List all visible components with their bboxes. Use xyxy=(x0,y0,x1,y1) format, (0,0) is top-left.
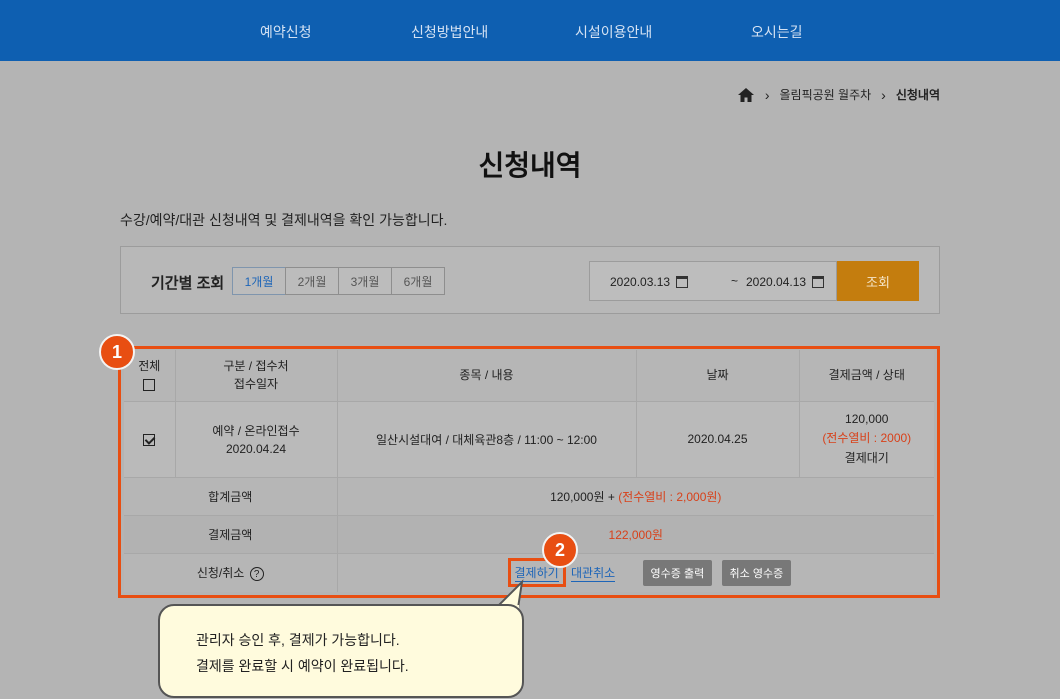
total-value: 120,000원 + xyxy=(550,489,615,504)
application-table: 전체 구분 / 접수처 접수일자 종목 / 내용 날짜 결제금액 / 상태 예약… xyxy=(124,350,934,592)
step-badge-1: 1 xyxy=(99,334,135,370)
end-date-value: 2020.04.13 xyxy=(746,275,807,289)
period-search-panel: 기간별 조회 1개월 2개월 3개월 6개월 2020.03.13 ~ 2020… xyxy=(120,246,940,314)
nav-item-facility-guide[interactable]: 시설이용안내 xyxy=(575,22,652,42)
total-value-cell: 120,000원 + (전수열비 : 2,000원) xyxy=(337,477,934,516)
header-type-line2: 접수일자 xyxy=(233,377,279,392)
cancel-rental-link[interactable]: 대관취소 xyxy=(571,566,616,583)
period-1-month-button[interactable]: 1개월 xyxy=(232,267,286,295)
cancel-receipt-button[interactable]: 취소 영수증 xyxy=(721,560,792,587)
action-label-cell: 신청/취소 ? xyxy=(124,553,338,592)
breadcrumb: › 올림픽공원 월주차 › 신청내역 xyxy=(737,86,940,103)
period-options: 1개월 2개월 3개월 6개월 xyxy=(232,267,445,295)
period-2-month-button[interactable]: 2개월 xyxy=(285,267,339,295)
header-type-line1: 구분 / 접수처 xyxy=(223,359,289,374)
total-label: 합계금액 xyxy=(124,477,338,516)
end-date-field[interactable]: 2020.04.13 xyxy=(746,275,825,289)
page-description: 수강/예약/대관 신청내역 및 결제내역을 확인 가능합니다. xyxy=(120,212,448,228)
row-type: 예약 / 온라인접수 xyxy=(212,424,300,438)
start-date-value: 2020.03.13 xyxy=(610,275,671,289)
nav-item-how-to-apply[interactable]: 신청방법안내 xyxy=(411,22,488,42)
row-select-cell xyxy=(124,401,176,478)
row-status: 결제대기 xyxy=(844,451,889,465)
total-row: 합계금액 120,000원 + (전수열비 : 2,000원) xyxy=(124,477,934,516)
breadcrumb-item-parking[interactable]: 올림픽공원 월주차 xyxy=(780,86,872,103)
date-separator: ~ xyxy=(731,274,739,288)
search-button[interactable]: 조회 xyxy=(837,261,919,301)
payment-label: 결제금액 xyxy=(124,515,338,554)
calendar-icon[interactable] xyxy=(812,276,825,288)
tooltip-line-1: 관리자 승인 후, 결제가 가능합니다. xyxy=(196,632,400,648)
row-content: 일산시설대여 / 대체육관8층 / 11:00 ~ 12:00 xyxy=(337,401,637,478)
tooltip-callout: 관리자 승인 후, 결제가 가능합니다. 결제를 완료할 시 예약이 완료됩니다… xyxy=(158,604,524,698)
row-type-cell: 예약 / 온라인접수 2020.04.24 xyxy=(175,401,338,478)
period-3-month-button[interactable]: 3개월 xyxy=(338,267,392,295)
step-badge-2: 2 xyxy=(542,532,578,568)
chevron-right-icon: › xyxy=(764,86,770,103)
row-checkbox[interactable] xyxy=(143,433,156,446)
period-label: 기간별 조회 xyxy=(151,275,225,292)
payment-value: 122,000원 xyxy=(337,515,934,554)
header-content: 종목 / 내용 xyxy=(337,350,637,402)
date-range: 2020.03.13 ~ 2020.04.13 xyxy=(589,261,837,301)
page-title: 신청내역 xyxy=(478,150,582,181)
header-amount: 결제금액 / 상태 xyxy=(799,350,934,402)
row-fee: (전수열비 : 2000) xyxy=(822,431,912,445)
nav-item-reservation[interactable]: 예약신청 xyxy=(260,22,312,42)
header-date: 날짜 xyxy=(636,350,800,402)
start-date-field[interactable]: 2020.03.13 xyxy=(610,275,689,289)
calendar-icon[interactable] xyxy=(676,276,689,288)
action-buttons-cell: 결제하기 대관취소 영수증 출력 취소 영수증 xyxy=(337,553,934,592)
payment-row: 결제금액 122,000원 xyxy=(124,515,934,554)
chevron-right-icon: › xyxy=(881,86,886,103)
row-received-date: 2020.04.24 xyxy=(225,442,287,456)
total-fee: (전수열비 : 2,000원) xyxy=(618,489,722,504)
tooltip-line-2: 결제를 완료할 시 예약이 완료됩니다. xyxy=(196,658,409,674)
select-all-checkbox[interactable] xyxy=(143,379,156,392)
table-row: 예약 / 온라인접수 2020.04.24 일산시설대여 / 대체육관8층 / … xyxy=(124,401,934,478)
breadcrumb-item-current: 신청내역 xyxy=(895,88,940,102)
application-table-highlight: 전체 구분 / 접수처 접수일자 종목 / 내용 날짜 결제금액 / 상태 예약… xyxy=(118,346,940,598)
header-type: 구분 / 접수처 접수일자 xyxy=(175,350,338,402)
top-navigation: 예약신청 신청방법안내 시설이용안내 오시는길 xyxy=(0,0,1060,61)
period-6-month-button[interactable]: 6개월 xyxy=(391,267,445,295)
row-amount: 120,000 xyxy=(845,412,889,426)
table-header: 전체 구분 / 접수처 접수일자 종목 / 내용 날짜 결제금액 / 상태 xyxy=(124,350,934,402)
help-icon[interactable]: ? xyxy=(249,567,264,582)
nav-item-directions[interactable]: 오시는길 xyxy=(751,22,803,42)
row-amount-cell: 120,000 (전수열비 : 2000) 결제대기 xyxy=(799,401,934,478)
action-label: 신청/취소 xyxy=(196,566,245,581)
home-icon[interactable] xyxy=(737,87,755,103)
print-receipt-button[interactable]: 영수증 출력 xyxy=(642,560,713,587)
row-date: 2020.04.25 xyxy=(636,401,800,478)
